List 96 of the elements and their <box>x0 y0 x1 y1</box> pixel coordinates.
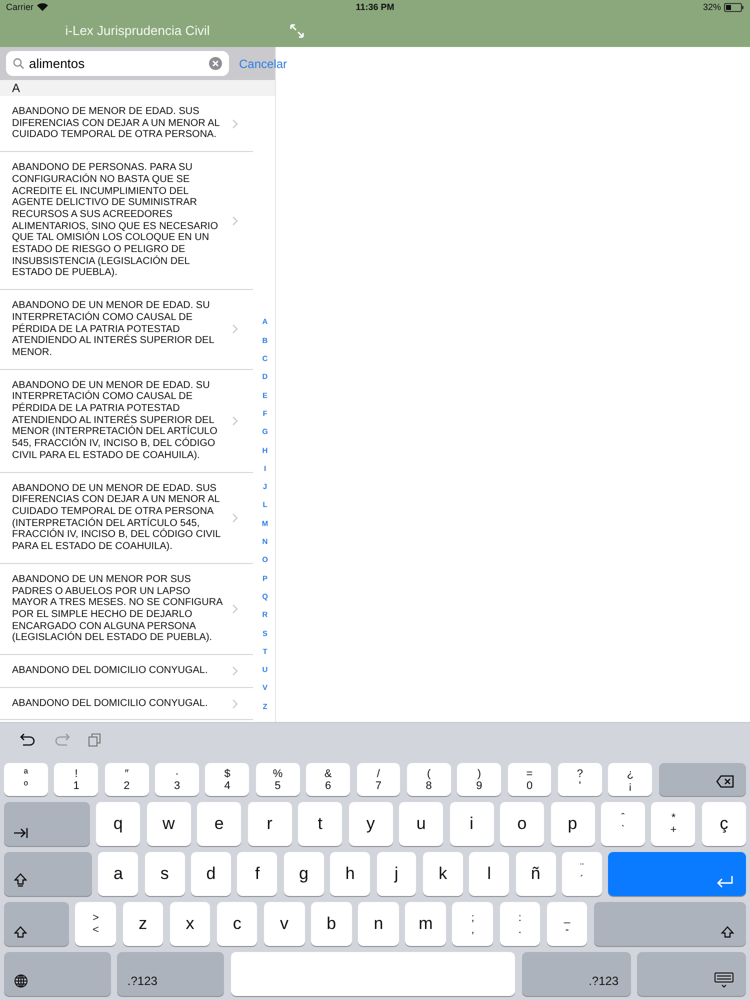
key[interactable]: ñ <box>516 852 556 896</box>
caps-lock-icon <box>14 873 27 888</box>
key[interactable]: & 6 <box>306 763 350 796</box>
key[interactable]: * + <box>651 802 696 846</box>
key[interactable]: q <box>96 802 140 846</box>
key[interactable]: o <box>500 802 544 846</box>
key[interactable]: g <box>284 852 324 896</box>
key[interactable]: b <box>311 902 352 946</box>
key[interactable]: · 3 <box>155 763 199 796</box>
key[interactable]: r <box>248 802 292 846</box>
key[interactable]: k <box>422 852 463 896</box>
globe-key[interactable] <box>4 952 111 996</box>
key[interactable]: = 0 <box>508 763 552 796</box>
key[interactable]: ! 1 <box>54 763 98 796</box>
carrier-label: Carrier <box>6 2 34 12</box>
shift-icon <box>14 926 27 938</box>
key[interactable]: ; , <box>452 902 494 946</box>
chevron-icon <box>232 118 238 129</box>
result-row[interactable]: ABANDONO DEL DOMICILIO CONYUGAL. <box>0 688 253 720</box>
expand-icon[interactable] <box>289 22 305 38</box>
shift-key[interactable] <box>4 902 69 946</box>
key[interactable]: t <box>298 802 342 846</box>
chevron-icon <box>232 324 238 334</box>
paste-icon[interactable] <box>88 733 101 747</box>
key[interactable]: w <box>146 802 191 846</box>
key[interactable]: z <box>122 902 164 946</box>
search-icon <box>13 58 24 69</box>
nav-title: i-Lex Jurisprudencia Civil <box>64 23 211 38</box>
key[interactable]: p <box>550 802 594 846</box>
key[interactable]: c <box>216 902 258 946</box>
result-text: ABANDONO DE UN MENOR POR SUS PADRES O ABUELOS POR UN LAPSO MAYOR A TRES MESES. NO SE CONFIGURA POR EL SIMPLE HECHO DE DEJARLO ENCARGADO CON ALGUNA PERSONA (LEGISLACIÓN DEL ESTADO DE PUEBLA). <box>12 574 224 644</box>
key[interactable]: s <box>144 852 184 896</box>
result-row[interactable]: ABANDONO DE UN MENOR DE EDAD. SU INTERPRETACIÓN COMO CAUSAL DE PÉRDIDA DE LA PATRIA POTESTAD ATENDIENDO AL INTERÉS SUPERIOR DEL MENOR. <box>0 290 253 370</box>
key[interactable]: ) 9 <box>457 763 502 796</box>
key[interactable]: ″ 2 <box>104 763 149 796</box>
search-field[interactable]: alimentos <box>6 51 229 76</box>
key[interactable]: l <box>469 852 510 896</box>
key[interactable]: ¨ ´ <box>562 852 602 896</box>
chevron-icon <box>232 698 238 709</box>
key[interactable]: n <box>358 902 399 946</box>
redo-icon[interactable] <box>54 733 70 747</box>
key[interactable]: e <box>197 802 242 846</box>
key[interactable]: v <box>264 902 305 946</box>
key[interactable]: $ 4 <box>205 763 250 796</box>
result-text: ABANDONO DE UN MENOR DE EDAD. SU INTERPRETACIÓN COMO CAUSAL DE PÉRDIDA DE LA PATRIA POTESTAD ATENDIENDO AL INTERÉS SUPERIOR DEL MENOR. <box>12 300 215 359</box>
result-text: ABANDONO DE UN MENOR DE EDAD. SU INTERPRETACIÓN COMO CAUSAL DE PÉRDIDA DE LA PATRIA POTESTAD ATENDIENDO AL INTERÉS SUPERIOR DEL MENOR (INTERPRETACIÓN DEL ARTÍCULO 545, FRACCIÓN IV, INCISO B, DEL CÓDIGO CIVIL PARA EL ESTADO DE COAHUILA). <box>12 380 218 462</box>
result-text: ABANDONO DE UN MENOR DE EDAD. SUS DIFERENCIAS CON DEJAR A UN MENOR AL CUIDADO TEMPORAL DE OTRA PERSONA (INTERPRETACIÓN DEL ARTÍCULO 545, FRACCIÓN IV, INCISO B, DEL CÓDIGO CIVIL PARA EL ESTADO DE COAHUILA). <box>12 482 222 553</box>
key[interactable]: j <box>376 852 416 896</box>
chevron-icon <box>232 416 238 426</box>
numbers-key[interactable]: .?123 <box>117 952 224 996</box>
result-text: ABANDONO DE MENOR DE EDAD. SUS DIFERENCIAS CON DEJAR A UN MENOR AL CUIDADO TEMPORAL DE OTRA PERSONA. <box>12 106 220 142</box>
return-icon <box>716 876 734 888</box>
section-header: A <box>0 80 275 96</box>
delete-icon <box>716 775 734 788</box>
key[interactable]: : . <box>500 902 540 946</box>
clear-icon[interactable] <box>209 57 222 70</box>
key[interactable]: % 5 <box>256 763 300 796</box>
result-text: ABANDONO DEL DOMICILIO CONYUGAL. <box>12 698 209 710</box>
key[interactable]: > < <box>75 902 116 946</box>
battery-percent: 32% <box>702 2 721 12</box>
chevron-icon <box>232 666 238 676</box>
result-text: ABANDONO DE PERSONAS. PARA SU CONFIGURACIÓN NO BASTA QUE SE ACREDITE EL INCUMPLIMIENTO DEL AGENTE DELICTIVO DE SUMINISTRAR RECURSOS A SUS ACREEDORES ALIMENTARIOS, SINO QUE ES NECESARIO QUE TAL OMISIÓN LOS COLOQUE EN UN ESTADO DE RIESGO O PELIGRO DE INSUBSISTENCIA (LEGISLACIÓN DEL ESTADO DE PUEBLA). <box>12 162 219 280</box>
key[interactable]: ç <box>702 802 746 846</box>
result-row[interactable]: ABANDONO DE UN MENOR POR SUS PADRES O ABUELOS POR UN LAPSO MAYOR A TRES MESES. NO SE CONFIGURA POR EL SIMPLE HECHO DE DEJARLO ENCARGADO CON ALGUNA PERSONA (LEGISLACIÓN DEL ESTADO DE PUEBLA). <box>0 564 253 656</box>
undo-icon[interactable] <box>20 733 36 747</box>
key[interactable]: h <box>330 852 370 896</box>
key[interactable]: f <box>237 852 278 896</box>
key[interactable]: ª º <box>4 763 48 796</box>
key[interactable]: u <box>399 802 444 846</box>
wifi-icon <box>36 3 48 11</box>
status-time: 11:36 PM <box>356 2 394 12</box>
key[interactable]: y <box>348 802 393 846</box>
key[interactable]: a <box>98 852 138 896</box>
chevron-icon <box>232 604 238 614</box>
key[interactable]: x <box>170 902 210 946</box>
key[interactable]: ¿ ¡ <box>608 763 652 796</box>
key[interactable]: / 7 <box>356 763 400 796</box>
tab-icon <box>14 828 28 838</box>
key[interactable]: ? ' <box>558 763 602 796</box>
battery-icon <box>724 2 744 12</box>
key[interactable]: i <box>450 802 494 846</box>
chevron-icon <box>232 216 238 226</box>
result-row[interactable]: ABANDONO DEL DOMICILIO CONYUGAL. <box>0 655 253 688</box>
key[interactable]: ( 8 <box>406 763 451 796</box>
globe-icon <box>14 974 28 988</box>
delete-key[interactable] <box>658 763 746 796</box>
result-row[interactable]: ABANDONO DE MENOR DE EDAD. SUS DIFERENCIAS CON DEJAR A UN MENOR AL CUIDADO TEMPORAL DE OTRA PERSONA. <box>0 96 253 152</box>
key[interactable]: _ - <box>546 902 588 946</box>
numbers-key[interactable]: .?123 <box>522 952 631 996</box>
result-text: ABANDONO DEL DOMICILIO CONYUGAL. <box>12 665 209 677</box>
keyboard-icon <box>714 972 734 988</box>
key[interactable]: ˆ ˋ <box>601 802 645 846</box>
key[interactable]: d <box>191 852 231 896</box>
chevron-icon <box>232 512 238 523</box>
key[interactable]: m <box>405 902 446 946</box>
shift-icon <box>721 926 734 938</box>
